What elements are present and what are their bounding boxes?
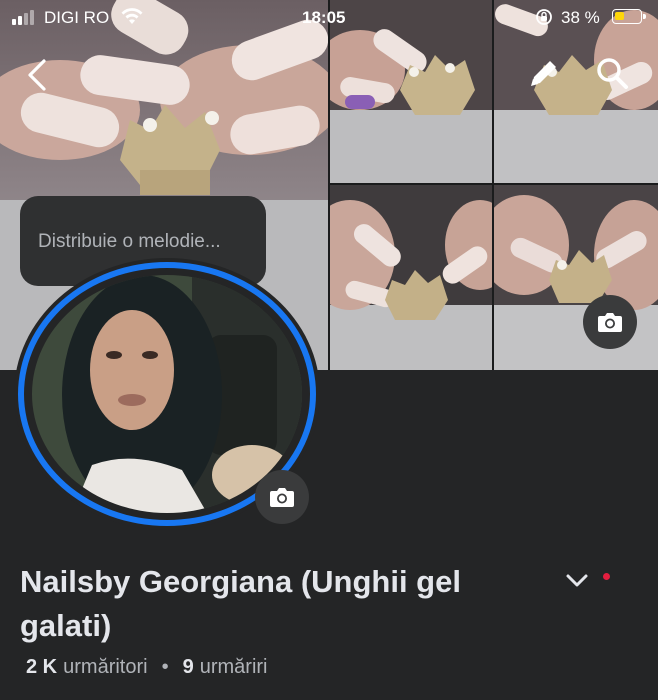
following-count[interactable]: 9 (183, 656, 194, 679)
signal-icon (12, 10, 34, 25)
following-label[interactable]: urmăriri (200, 656, 268, 679)
profile-name: Nailsby Georgiana (Unghii gel galati) (20, 564, 461, 643)
cover-photo-tile (330, 185, 492, 370)
edit-button[interactable] (526, 55, 562, 91)
rotation-lock-icon (536, 9, 552, 25)
status-bar: DIGI RO 18:05 38 % (0, 0, 658, 34)
cover-photo-tile (494, 185, 658, 370)
carrier-name: DIGI RO (44, 8, 110, 27)
camera-icon (270, 488, 294, 507)
clock: 18:05 (302, 8, 346, 27)
chevron-down-icon[interactable] (562, 568, 592, 592)
camera-icon (598, 313, 622, 332)
share-music-prompt: Distribuie o melodie... (38, 231, 221, 252)
battery-level (615, 12, 624, 20)
battery-percentage: 38 % (561, 8, 600, 27)
wifi-icon (121, 8, 143, 24)
search-button[interactable] (594, 55, 630, 91)
followers-count[interactable]: 2 K (26, 656, 57, 679)
avatar[interactable] (32, 275, 302, 513)
stats-separator: • (161, 656, 169, 678)
followers-label[interactable]: urmăritori (63, 656, 147, 679)
edit-profile-picture-button[interactable] (255, 470, 309, 524)
back-button[interactable] (18, 55, 58, 95)
follow-stats: 2 K urmăritori • 9 urmăriri (26, 656, 268, 679)
battery-icon (612, 9, 646, 24)
edit-cover-photo-button[interactable] (583, 295, 637, 349)
notification-dot (603, 573, 610, 580)
